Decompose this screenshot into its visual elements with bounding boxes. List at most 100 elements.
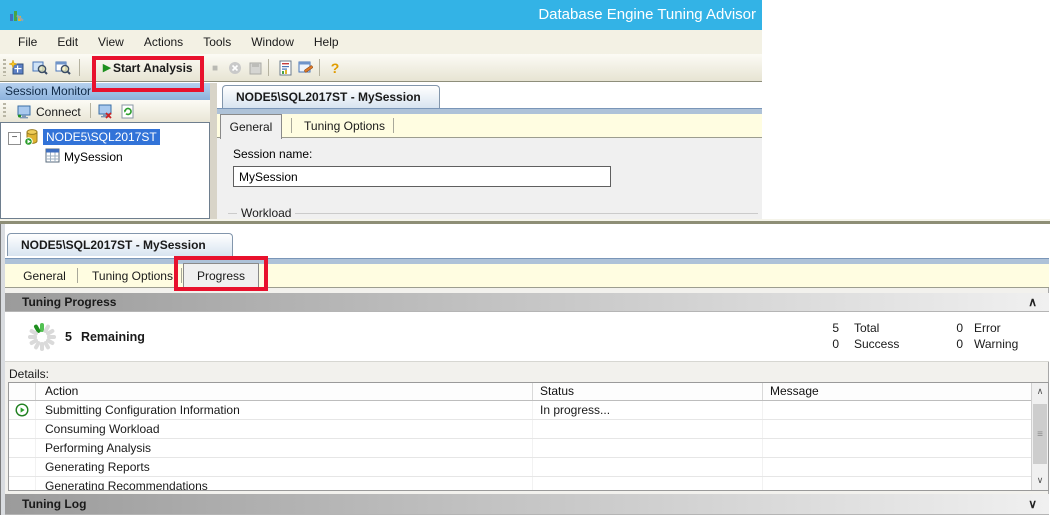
stat-success-label: Success (854, 337, 899, 351)
remaining-value: 5 (65, 330, 72, 344)
refresh-button[interactable] (119, 102, 137, 120)
scroll-down-icon[interactable]: ∨ (1032, 472, 1048, 488)
menu-file[interactable]: File (8, 30, 47, 54)
tuning-options-icon (298, 60, 314, 76)
stat-total-value: 5 (825, 321, 839, 335)
tab-strip: General Tuning Options (217, 114, 762, 138)
toolbar-remnant-edge (0, 219, 1050, 224)
toolbar-grip[interactable] (3, 59, 6, 76)
row-status-cell (9, 439, 36, 457)
row-status-cell (9, 401, 36, 419)
row-message (763, 477, 1048, 491)
details-table: Action Status Message Submitting Configu… (8, 382, 1049, 491)
header-icon-column (9, 383, 36, 400)
stat-warning-label: Warning (974, 337, 1018, 351)
vertical-scrollbar[interactable]: ∧ ≡ ∨ (1031, 383, 1048, 490)
tab-general[interactable]: General (17, 264, 72, 288)
row-action: Submitting Configuration Information (36, 401, 533, 419)
session-name-label: Session name: (233, 147, 312, 161)
collapse-section-chevron-icon[interactable]: ∧ (1028, 293, 1037, 312)
menu-actions[interactable]: Actions (134, 30, 193, 54)
tab-separator (77, 268, 78, 283)
remaining-counter: 5 Remaining (65, 312, 145, 361)
table-row[interactable]: Generating Reports (9, 458, 1048, 477)
table-row[interactable]: Submitting Configuration Information In … (9, 401, 1048, 420)
progress-spinner-icon (25, 320, 59, 354)
reports-icon (278, 60, 293, 76)
expand-section-chevron-icon[interactable]: ∨ (1028, 494, 1037, 515)
tab-separator (393, 118, 394, 133)
general-tab-content: Session name: Workload (217, 138, 762, 219)
row-status: In progress... (533, 401, 763, 419)
menu-tools[interactable]: Tools (193, 30, 241, 54)
table-row[interactable]: Consuming Workload (9, 420, 1048, 439)
new-session-button[interactable] (8, 59, 26, 77)
document-tab[interactable]: NODE5\SQL2017ST - MySession (7, 233, 233, 256)
table-row[interactable]: Performing Analysis (9, 439, 1048, 458)
session-tree: − NODE5\SQL2017ST MySession (0, 122, 210, 219)
header-message: Message (763, 383, 1014, 400)
dta-main-window: Database Engine Tuning Advisor File Edit… (0, 0, 762, 219)
stop-analysis-button[interactable]: ■ (206, 59, 224, 77)
open-session-icon (32, 60, 48, 76)
screen: Database Engine Tuning Advisor File Edit… (0, 0, 1061, 522)
scroll-up-icon[interactable]: ∧ (1032, 383, 1048, 399)
toolbar-separator (90, 103, 91, 118)
table-row[interactable]: Generating Recommendations (9, 477, 1048, 491)
row-message (763, 401, 1048, 419)
panel-splitter[interactable] (210, 83, 217, 219)
row-action: Performing Analysis (36, 439, 533, 457)
tuning-options-button[interactable] (297, 59, 315, 77)
cancel-analysis-button[interactable] (226, 59, 244, 77)
tab-separator (291, 118, 292, 133)
session-document-pane: NODE5\SQL2017ST - MySession General Tuni… (217, 83, 762, 219)
tuning-progress-header: Tuning Progress ∧ (5, 293, 1049, 312)
tuning-progress-title: Tuning Progress (22, 295, 116, 309)
apply-recommendations-button[interactable] (246, 59, 264, 77)
document-tab[interactable]: NODE5\SQL2017ST - MySession (222, 85, 440, 108)
help-button[interactable]: ? (326, 59, 344, 77)
header-status: Status (533, 383, 763, 400)
open-workload-button[interactable] (54, 59, 72, 77)
menu-help[interactable]: Help (304, 30, 349, 54)
tab-general[interactable]: General (220, 114, 282, 139)
row-status (533, 439, 763, 457)
workload-group-label: Workload (237, 206, 295, 219)
row-message (763, 439, 1048, 457)
tab-tuning-options[interactable]: Tuning Options (297, 114, 392, 138)
reports-button[interactable] (276, 59, 294, 77)
in-progress-icon (15, 403, 29, 417)
menu-bar: File Edit View Actions Tools Window Help (0, 30, 762, 54)
toolbar-separator (319, 59, 320, 76)
highlight-box-start-analysis (92, 56, 204, 92)
toolbar-separator (79, 59, 80, 76)
progress-summary-panel: 5 Remaining 5 Total 0 Success 0 Error 0 … (5, 312, 1049, 362)
menu-window[interactable]: Window (241, 30, 304, 54)
row-status (533, 458, 763, 476)
row-action: Consuming Workload (36, 420, 533, 438)
connect-button[interactable]: Connect (12, 102, 85, 122)
row-status (533, 420, 763, 438)
tree-item-session[interactable]: MySession (64, 150, 123, 164)
tab-tuning-options[interactable]: Tuning Options (85, 264, 180, 288)
row-status-cell (9, 420, 36, 438)
open-session-button[interactable] (31, 59, 49, 77)
row-message (763, 458, 1048, 476)
disconnect-icon (97, 104, 113, 119)
tree-item-server[interactable]: NODE5\SQL2017ST (43, 129, 160, 145)
stat-total-label: Total (854, 321, 879, 335)
tab-strip: General Tuning Options Progress (5, 264, 1049, 288)
scrollbar-thumb[interactable]: ≡ (1033, 404, 1047, 464)
menu-view[interactable]: View (88, 30, 134, 54)
toolbar-grip[interactable] (3, 103, 6, 118)
tree-expander-icon[interactable]: − (8, 132, 21, 145)
remaining-label: Remaining (81, 330, 145, 344)
highlight-box-progress-tab (174, 256, 268, 291)
stat-error-value: 0 (949, 321, 963, 335)
header-action: Action (36, 383, 533, 400)
stat-warning-value: 0 (949, 337, 963, 351)
disconnect-button[interactable] (96, 102, 114, 120)
new-session-icon (9, 60, 25, 76)
menu-edit[interactable]: Edit (47, 30, 88, 54)
session-name-input[interactable] (233, 166, 611, 187)
